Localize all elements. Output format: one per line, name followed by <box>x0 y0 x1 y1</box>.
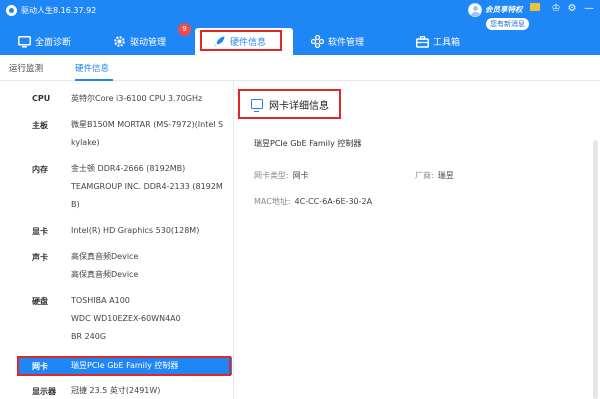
rocket-icon <box>213 35 226 48</box>
monitor-icon <box>18 35 31 48</box>
network-card-icon <box>251 99 263 112</box>
hardware-value-line: TOSHIBA A100 <box>71 296 130 305</box>
hardware-row-sound[interactable]: 声卡 高保真音频Device 高保真音频Device <box>0 248 234 284</box>
hardware-label: 内存 <box>32 165 48 174</box>
vendor-label: 厂商: <box>415 171 434 180</box>
toolbox-icon <box>416 35 429 48</box>
network-type-value: 网卡 <box>292 171 309 180</box>
hardware-value: TOSHIBA A100 WDC WD10EZEX-60WN4A0 BR 240… <box>71 292 231 346</box>
apps-icon <box>311 35 324 48</box>
hardware-label: 显示器 <box>32 387 56 396</box>
hardware-value-line: 高保真音频Device <box>71 252 139 261</box>
vendor-field: 厂商: 瑞昱 <box>415 170 454 181</box>
nav-tab-software-management[interactable]: 软件管理 <box>293 28 398 55</box>
hardware-value: 高保真音频Device 高保真音频Device <box>71 248 231 284</box>
notification-badge: 9 <box>178 23 191 36</box>
hardware-value: 英特尔Core i3-6100 CPU 3.70GHz <box>71 90 231 108</box>
detail-scrollbar[interactable] <box>593 140 598 399</box>
member-privilege-link[interactable]: 会员享特权 <box>485 4 523 15</box>
hardware-value-line: B) <box>71 200 80 209</box>
hardware-value-line: 微星B150M MORTAR (MS-7972)(Intel S <box>71 120 224 129</box>
hardware-row-gpu[interactable]: 显卡 Intel(R) HD Graphics 530(128M) <box>0 222 234 240</box>
detail-panel: 网卡详细信息 瑞昱PCIe GbE Family 控制器 网卡类型: 网卡 厂商:… <box>235 81 600 399</box>
detail-header: 网卡详细信息 <box>241 91 345 117</box>
vip-crown-icon <box>530 3 540 11</box>
hardware-value-line: 瑞昱PCIe GbE Family 控制器 <box>71 361 179 370</box>
mac-address-field: MAC地址: 4C-CC-6A-6E-30-2A <box>254 196 372 207</box>
user-area[interactable]: 会员享特权 您有新消息 <box>462 1 540 31</box>
settings-gear-icon[interactable]: ⚙ <box>566 2 578 16</box>
nav-tab-toolbox[interactable]: 工具箱 <box>398 28 498 55</box>
main-nav: 全面诊断 驱动管理 硬件信息 软件管理 工具箱 <box>0 28 600 55</box>
vendor-value: 瑞昱 <box>437 171 454 180</box>
hardware-label: 主板 <box>32 121 48 130</box>
hardware-label: 网卡 <box>32 362 48 371</box>
nav-tab-label: 全面诊断 <box>35 38 72 48</box>
skin-icon[interactable]: ♔ <box>550 2 562 16</box>
nav-tab-label: 驱动管理 <box>130 38 167 48</box>
nav-tab-full-diagnosis[interactable]: 全面诊断 <box>0 28 95 55</box>
hardware-value: Intel(R) HD Graphics 530(128M) <box>71 222 231 240</box>
subtab-hardware-info[interactable]: 硬件信息 <box>75 62 109 74</box>
hardware-value: 金士顿 DDR4-2666 (8192MB) TEAMGROUP INC. DD… <box>71 160 231 214</box>
hardware-value-line: kylake) <box>71 138 100 147</box>
device-name: 瑞昱PCIe GbE Family 控制器 <box>254 139 362 148</box>
hardware-row-cpu[interactable]: CPU 英特尔Core i3-6100 CPU 3.70GHz <box>0 90 234 108</box>
hardware-row-network[interactable]: 网卡 瑞昱PCIe GbE Family 控制器 <box>18 357 232 375</box>
hardware-label: 硬盘 <box>32 297 48 306</box>
nav-tab-label: 工具箱 <box>433 38 461 48</box>
hardware-row-memory[interactable]: 内存 金士顿 DDR4-2666 (8192MB) TEAMGROUP INC.… <box>0 160 234 214</box>
nav-tab-label: 硬件信息 <box>230 38 267 48</box>
avatar[interactable] <box>468 3 482 17</box>
hardware-label: 声卡 <box>32 253 48 262</box>
hardware-value-line: Intel(R) HD Graphics 530(128M) <box>71 226 200 235</box>
hardware-row-display[interactable]: 显示器 冠捷 23.5 英寸(2491W) <box>0 382 234 399</box>
app-logo-icon <box>6 4 17 16</box>
sub-tabs: 运行监测 硬件信息 <box>0 55 600 81</box>
network-type-field: 网卡类型: 网卡 <box>254 170 309 181</box>
hardware-list: CPU 英特尔Core i3-6100 CPU 3.70GHz 主板 微星B15… <box>0 81 234 399</box>
hardware-value: 冠捷 23.5 英寸(2491W) <box>71 382 231 399</box>
hardware-value: 瑞昱PCIe GbE Family 控制器 <box>71 357 231 375</box>
subtab-runtime-monitor[interactable]: 运行监测 <box>9 62 43 74</box>
hardware-value-line: BR 240G <box>71 332 107 341</box>
hardware-row-motherboard[interactable]: 主板 微星B150M MORTAR (MS-7972)(Intel S kyla… <box>0 116 234 152</box>
detail-title: 网卡详细信息 <box>269 100 329 112</box>
hardware-value-line: TEAMGROUP INC. DDR4-2133 (8192M <box>71 182 223 191</box>
app-title: 驱动人生8.16.37.92 <box>6 3 96 17</box>
hardware-value-line: 冠捷 23.5 英寸(2491W) <box>71 386 161 395</box>
hardware-value-line: 金士顿 DDR4-2666 (8192MB) <box>71 164 186 173</box>
nav-tab-label: 软件管理 <box>328 38 365 48</box>
hardware-label: CPU <box>32 94 51 103</box>
app-title-text: 驱动人生8.16.37.92 <box>21 5 97 15</box>
hardware-row-disk[interactable]: 硬盘 TOSHIBA A100 WDC WD10EZEX-60WN4A0 BR … <box>0 292 234 346</box>
gear-icon <box>113 35 126 48</box>
mac-address-label: MAC地址: <box>254 197 291 206</box>
title-bar: 驱动人生8.16.37.92 会员享特权 您有新消息 ♔ ⚙ — 全面诊断 驱动… <box>0 0 600 55</box>
hardware-value-line: 高保真音频Device <box>71 270 139 279</box>
hardware-value-line: WDC WD10EZEX-60WN4A0 <box>71 314 181 323</box>
mac-address-value: 4C-CC-6A-6E-30-2A <box>294 197 373 206</box>
hardware-value-line: 英特尔Core i3-6100 CPU 3.70GHz <box>71 94 203 103</box>
minimize-button[interactable]: — <box>583 2 595 16</box>
nav-tab-hardware-info[interactable]: 硬件信息 <box>195 28 293 55</box>
network-type-label: 网卡类型: <box>254 171 289 180</box>
hardware-label: 显卡 <box>32 227 48 236</box>
hardware-value: 微星B150M MORTAR (MS-7972)(Intel S kylake) <box>71 116 231 152</box>
